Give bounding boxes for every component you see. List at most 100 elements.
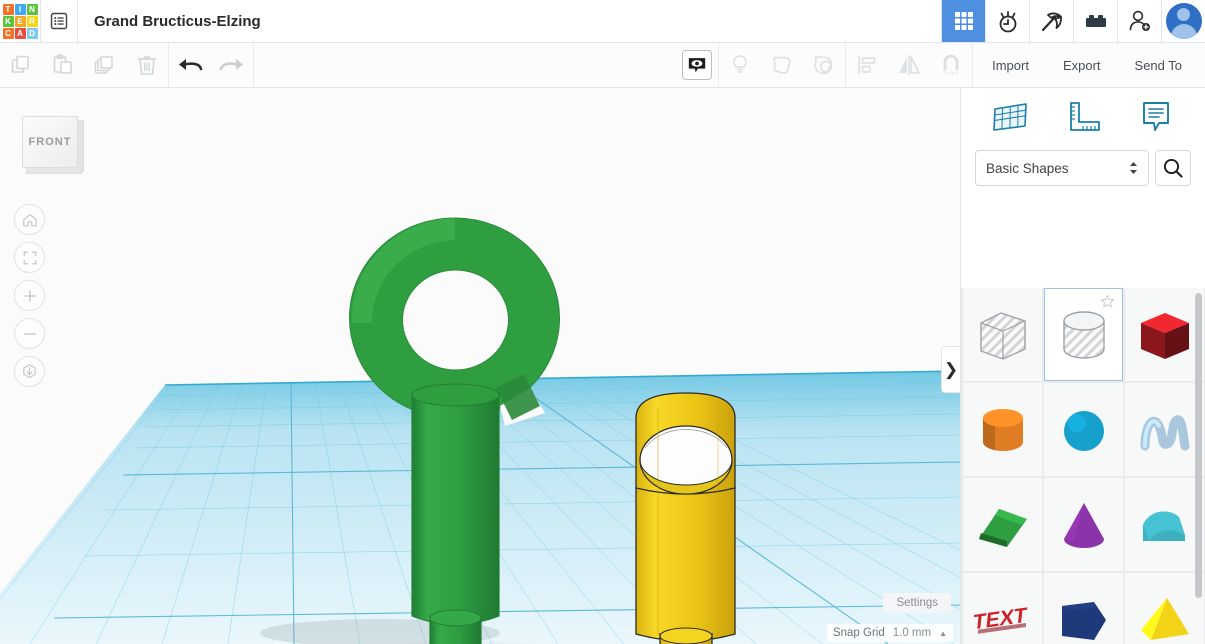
favorite-star-icon[interactable]	[1100, 294, 1115, 314]
logo-tile-i: I	[14, 4, 26, 15]
export-button[interactable]: Export	[1048, 51, 1116, 80]
shape-polygon[interactable]	[1044, 573, 1123, 644]
magnet-icon	[943, 54, 959, 75]
panel-mode-icons	[961, 88, 1205, 150]
undo-button[interactable]	[169, 43, 211, 88]
workplane-icon	[992, 102, 1027, 131]
redo-button[interactable]	[211, 43, 253, 88]
documents-menu-button[interactable]	[40, 0, 78, 42]
clipboard-tool-group	[0, 43, 168, 88]
logo-tile-k: K	[2, 16, 14, 27]
shape-pyramid[interactable]	[1125, 573, 1204, 644]
shape-sphere-thumbnail	[1063, 410, 1104, 451]
shape-cylinder-thumbnail	[982, 408, 1023, 451]
codeblocks-icon-button[interactable]	[985, 0, 1029, 42]
group-icon	[773, 56, 791, 74]
snap-grid-control[interactable]: Snap Grid 1.0 mm ▲	[826, 624, 953, 642]
align-icon	[858, 55, 876, 75]
undo-icon	[179, 59, 203, 71]
shape-scribble[interactable]	[1125, 383, 1204, 476]
toolbar-divider-2	[253, 42, 254, 88]
notes-icon-button[interactable]	[1136, 99, 1176, 140]
note-light-button[interactable]	[719, 43, 761, 88]
ruler-icon	[1070, 101, 1100, 131]
notes-icon	[1143, 101, 1170, 131]
shape-cylinder[interactable]	[963, 383, 1042, 476]
history-tool-group	[169, 43, 253, 88]
workplane-canvas[interactable]: FRONT ❯ Settings Snap Grid 1.0 mm ▲	[0, 88, 960, 644]
logo-tile-t: T	[2, 4, 14, 15]
logo-tile-d: D	[26, 28, 38, 39]
fit-view-button[interactable]	[14, 242, 45, 273]
settings-button[interactable]: Settings	[883, 593, 951, 613]
top-bar: TIN KER CAD Grand Bructicus-Elzing	[0, 0, 1205, 43]
send-to-button[interactable]: Send To	[1120, 51, 1197, 80]
file-actions-group: Import Export Send To	[973, 43, 1205, 88]
plus-icon	[23, 289, 36, 302]
snap-grid-value[interactable]: 1.0 mm	[893, 627, 931, 639]
user-avatar-button[interactable]	[1161, 0, 1205, 42]
shape-library-select[interactable]: Basic Shapes	[975, 150, 1149, 186]
paste-icon	[53, 54, 72, 74]
duplicate-button[interactable]	[84, 43, 126, 88]
home-view-button[interactable]	[14, 204, 45, 235]
apps-grid-icon-button[interactable]	[941, 0, 985, 42]
magnet-button[interactable]	[930, 43, 972, 88]
shape-roof-thumbnail	[978, 508, 1027, 547]
shape-box-hole-thumbnail	[979, 311, 1026, 360]
invite-person-icon-button[interactable]	[1117, 0, 1161, 42]
shape-text-thumbnail: TEXT	[971, 602, 1027, 634]
list-document-icon	[50, 12, 68, 30]
fit-to-screen-icon	[23, 251, 36, 264]
view-cube[interactable]: FRONT	[22, 116, 84, 174]
zoom-out-button[interactable]	[14, 318, 45, 349]
shape-cone[interactable]	[1044, 478, 1123, 571]
shape-round-roof-thumbnail	[1142, 510, 1185, 541]
paste-button[interactable]	[42, 43, 84, 88]
shape-round-roof[interactable]	[1125, 478, 1204, 571]
delete-button[interactable]	[126, 43, 168, 88]
ungroup-button[interactable]	[803, 43, 845, 88]
minecraft-pickaxe-icon-button[interactable]	[1029, 0, 1073, 42]
codeblocks-icon	[999, 11, 1016, 33]
workplane-icon-button[interactable]	[990, 99, 1030, 140]
shape-box[interactable]	[1125, 288, 1204, 381]
shapes-panel: Basic Shapes TEXT	[960, 88, 1205, 644]
tinkercad-logo[interactable]: TIN KER CAD	[0, 0, 40, 43]
tinkercad-app: TINKERCAD Grand Bructicus-Elzing Import …	[0, 0, 1205, 644]
shape-search-button[interactable]	[1155, 150, 1191, 186]
shape-panel-scrollbar[interactable]	[1195, 293, 1202, 598]
project-title[interactable]: Grand Bructicus-Elzing	[78, 0, 941, 42]
collapse-panel-button[interactable]: ❯	[941, 346, 960, 393]
logo-tile-a: A	[14, 28, 26, 39]
snap-grid-caret-icon[interactable]: ▲	[939, 629, 947, 638]
mirror-button[interactable]	[888, 43, 930, 88]
shape-text[interactable]: TEXT	[963, 573, 1042, 644]
perspective-toggle-button[interactable]	[14, 356, 45, 387]
align-button[interactable]	[846, 43, 888, 88]
eye-bubble-icon	[688, 58, 706, 73]
mirror-icon	[899, 54, 920, 76]
yellow-domed-cylinder-object	[635, 392, 736, 644]
object-tool-group	[676, 42, 972, 88]
invite-person-icon	[1129, 10, 1150, 31]
group-button[interactable]	[761, 43, 803, 88]
edit-view-button[interactable]	[682, 50, 713, 80]
shape-cone-thumbnail	[1063, 502, 1104, 548]
header-icon-group	[941, 0, 1161, 42]
logo-tile-c: C	[2, 28, 14, 39]
shape-box-hole[interactable]	[963, 288, 1042, 381]
shape-library-row: Basic Shapes	[961, 150, 1205, 186]
shape-sphere[interactable]	[1044, 383, 1123, 476]
ruler-icon-button[interactable]	[1063, 99, 1103, 140]
view-cube-front-face[interactable]: FRONT	[22, 116, 78, 168]
shape-cylinder-hole[interactable]	[1044, 288, 1123, 381]
zoom-in-button[interactable]	[14, 280, 45, 311]
duplicate-icon	[94, 56, 113, 74]
copy-button[interactable]	[0, 43, 42, 88]
shape-roof[interactable]	[963, 478, 1042, 571]
redo-icon	[219, 59, 243, 71]
lego-brick-icon-button[interactable]	[1073, 0, 1117, 42]
home-icon	[22, 213, 37, 226]
import-button[interactable]: Import	[977, 51, 1044, 80]
